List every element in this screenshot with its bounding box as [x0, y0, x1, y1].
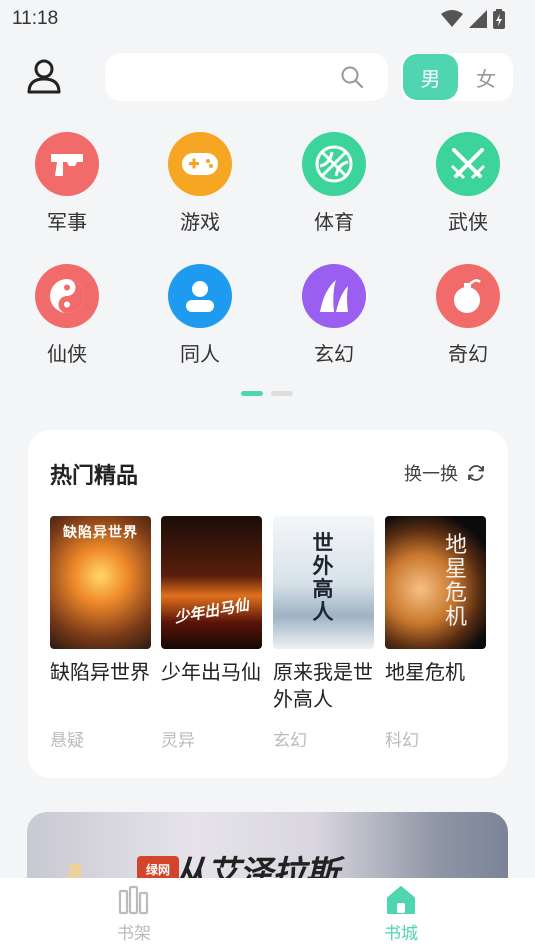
refresh-label: 换一换 — [404, 464, 458, 485]
category-label: 奇幻 — [448, 342, 488, 366]
book-item[interactable]: 少年出马仙 少年出马仙 灵异 — [161, 516, 263, 751]
book-title: 缺陷异世界 — [50, 660, 150, 684]
gender-toggle: 男 女 — [401, 53, 513, 101]
category-label: 武侠 — [448, 210, 488, 234]
search-box[interactable] — [105, 53, 388, 101]
search-icon[interactable] — [340, 65, 364, 89]
book-cover[interactable]: 少年出马仙 — [161, 516, 262, 649]
book-genre: 玄幻 — [273, 731, 307, 751]
signal-icon — [469, 10, 487, 28]
user-profile-icon[interactable] — [26, 58, 62, 94]
book-cover-title: 地星危机 — [444, 533, 467, 630]
book-title: 原来我是世外高人 — [273, 660, 373, 711]
crossed-swords-icon — [436, 132, 500, 196]
category-label: 军事 — [47, 210, 87, 234]
person-icon — [168, 264, 232, 328]
pager-dot-active[interactable] — [241, 391, 263, 396]
book-title: 少年出马仙 — [161, 660, 261, 684]
book-item[interactable]: 缺陷异世界 缺陷异世界 悬疑 — [50, 516, 152, 751]
category-label: 仙侠 — [47, 342, 87, 366]
status-time: 11:18 — [12, 8, 59, 29]
book-cover[interactable]: 地星危机 — [385, 516, 486, 649]
wifi-icon — [441, 10, 463, 27]
book-cover[interactable]: 世外高人 — [273, 516, 374, 649]
magic-icon — [302, 264, 366, 328]
refresh-icon — [468, 465, 484, 481]
category-magic[interactable]: 奇幻 — [418, 264, 518, 367]
book-cover-title: 世外高人 — [312, 531, 334, 624]
category-label: 游戏 — [180, 210, 220, 234]
category-pager — [241, 391, 293, 396]
battery-icon — [493, 9, 505, 29]
book-genre: 悬疑 — [50, 731, 84, 751]
hot-section-card: 热门精品 换一换 缺陷异世界 缺陷异世界 悬疑 少年出马仙 少年出马仙 灵异 世… — [28, 430, 508, 778]
gun-icon — [35, 132, 99, 196]
basketball-icon — [302, 132, 366, 196]
yin-yang-icon — [35, 264, 99, 328]
home-icon — [387, 886, 415, 914]
book-item[interactable]: 世外高人 原来我是世外高人 玄幻 — [273, 516, 375, 751]
book-genre: 灵异 — [161, 731, 195, 751]
category-label: 体育 — [314, 210, 354, 234]
gender-male-button[interactable]: 男 — [403, 54, 458, 100]
category-label: 同人 — [180, 342, 220, 366]
top-bar: 男 女 — [0, 52, 535, 102]
book-cover-title: 缺陷异世界 — [63, 525, 138, 541]
refresh-button[interactable]: 换一换 — [404, 460, 486, 486]
category-sports[interactable]: 体育 — [284, 132, 384, 235]
pager-dot[interactable] — [271, 391, 293, 396]
gamepad-icon — [168, 132, 232, 196]
category-label: 玄幻 — [314, 342, 354, 366]
nav-bookstore-label: 书城 — [384, 924, 418, 944]
gender-female-button[interactable]: 女 — [459, 54, 513, 100]
category-fanfic[interactable]: 同人 — [150, 264, 250, 367]
promo-banner[interactable]: 易 绿网 从艾泽拉斯 — [27, 812, 508, 882]
status-bar: 11:18 — [0, 0, 535, 38]
book-genre: 科幻 — [385, 731, 419, 751]
bookshelf-icon — [118, 885, 149, 915]
book-cover-title: 少年出马仙 — [173, 595, 251, 627]
category-wuxia[interactable]: 武侠 — [418, 132, 518, 235]
book-item[interactable]: 地星危机 地星危机 科幻 — [385, 516, 487, 751]
nav-bookstore[interactable]: 书城 — [351, 878, 451, 951]
nav-bookshelf-label: 书架 — [117, 924, 151, 944]
book-title: 地星危机 — [385, 660, 465, 684]
bottom-nav: 书架 书城 — [0, 878, 535, 951]
hot-section-title: 热门精品 — [50, 464, 139, 489]
search-input[interactable] — [121, 53, 341, 101]
status-icons — [441, 9, 505, 29]
category-military[interactable]: 军事 — [17, 132, 117, 235]
nav-bookshelf[interactable]: 书架 — [84, 878, 184, 951]
banner-title: 从艾泽拉斯 — [173, 854, 339, 882]
bomb-icon — [436, 264, 500, 328]
category-fantasy[interactable]: 玄幻 — [284, 264, 384, 367]
category-games[interactable]: 游戏 — [150, 132, 250, 235]
book-cover[interactable]: 缺陷异世界 — [50, 516, 151, 649]
category-xianxia[interactable]: 仙侠 — [17, 264, 117, 367]
